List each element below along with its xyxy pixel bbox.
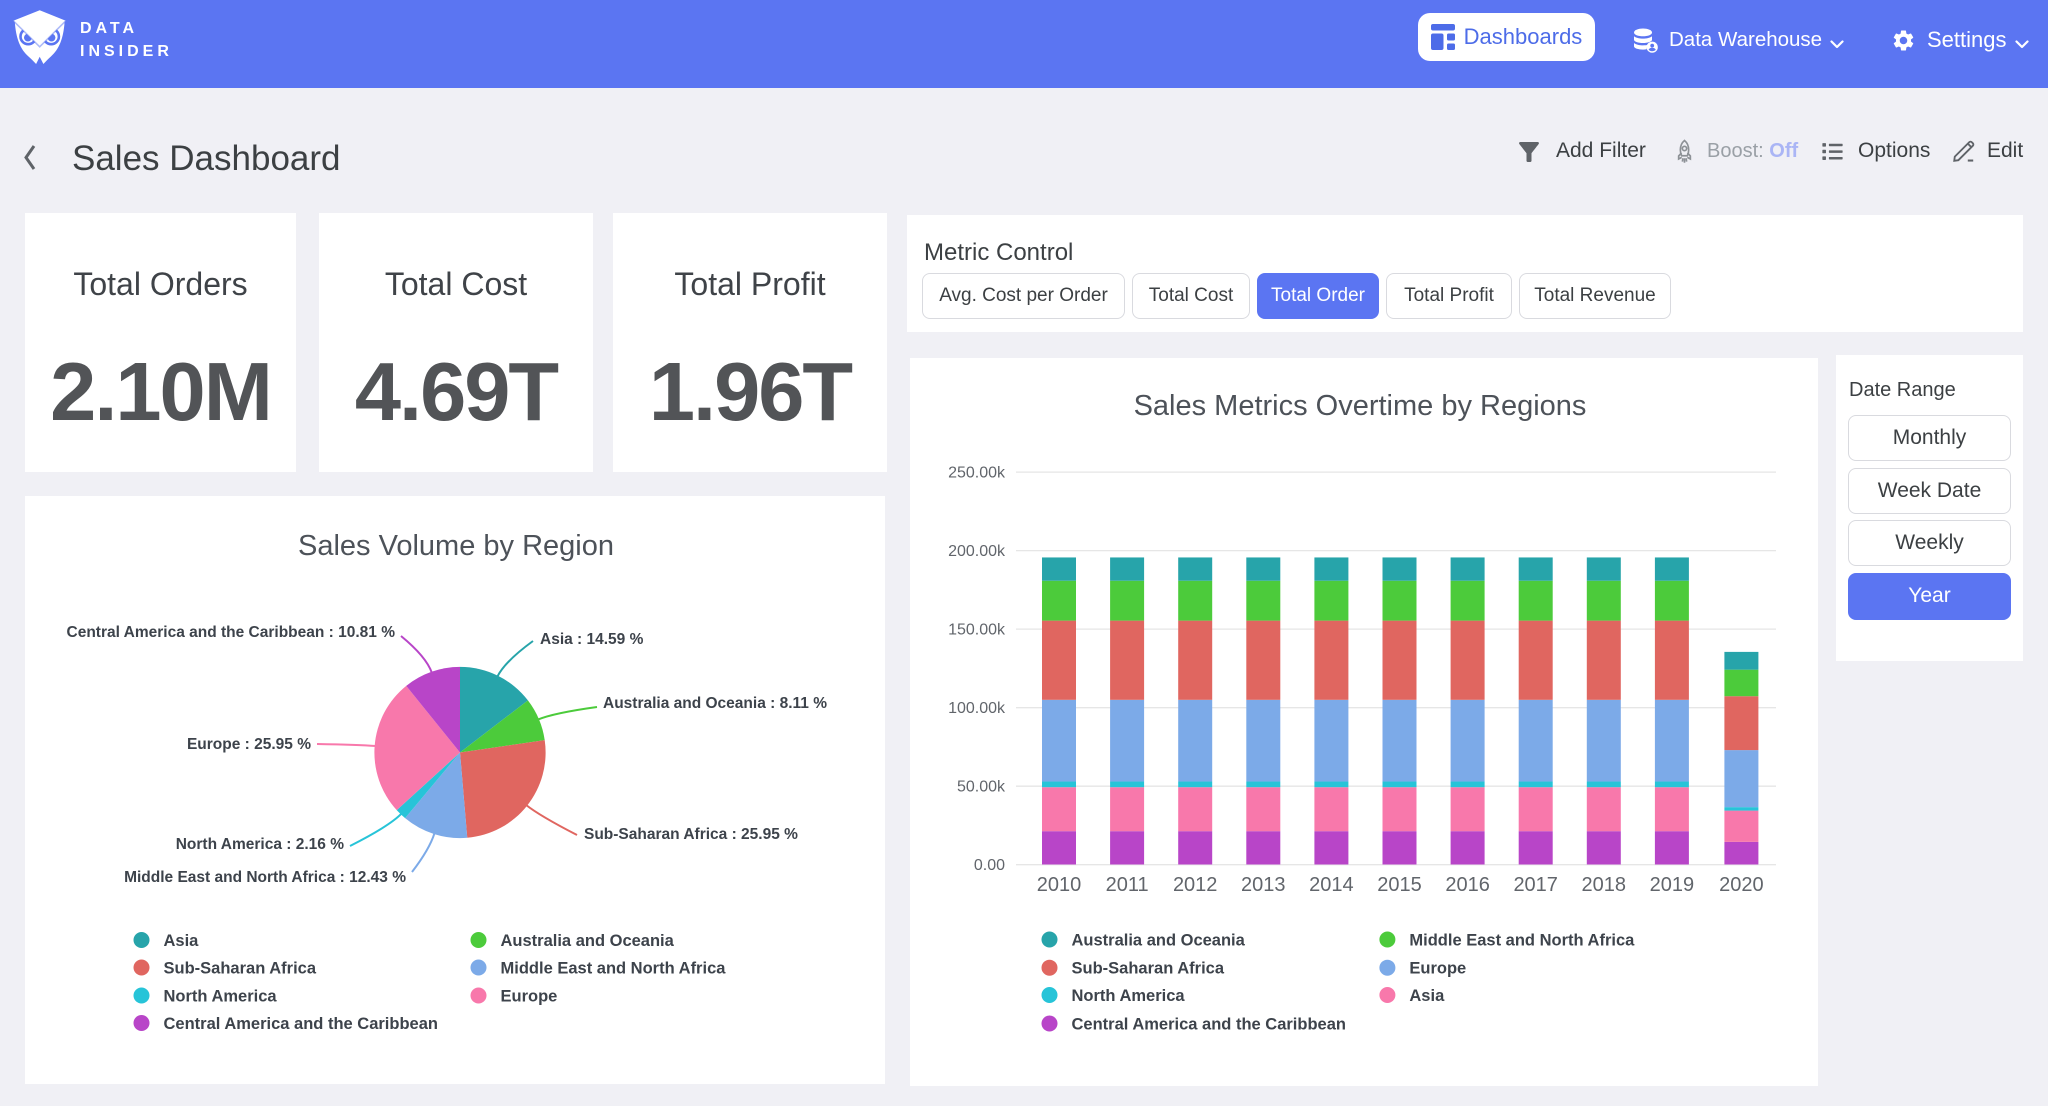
- svg-text:2012: 2012: [1173, 874, 1218, 896]
- svg-text:150.00k: 150.00k: [948, 622, 1006, 639]
- svg-text:2013: 2013: [1241, 874, 1286, 896]
- svg-text:North America: North America: [1072, 987, 1186, 1005]
- svg-text:Middle East and North Africa :: Middle East and North Africa : 12.43 %: [124, 869, 406, 886]
- svg-text:100.00k: 100.00k: [948, 700, 1006, 717]
- svg-text:250.00k: 250.00k: [948, 465, 1006, 482]
- svg-text:2011: 2011: [1106, 874, 1149, 896]
- svg-text:2018: 2018: [1582, 874, 1627, 896]
- svg-text:200.00k: 200.00k: [948, 543, 1006, 560]
- svg-text:2017: 2017: [1513, 874, 1558, 896]
- svg-text:2010: 2010: [1037, 874, 1082, 896]
- svg-text:Australia and Oceania : 8.11 %: Australia and Oceania : 8.11 %: [603, 695, 827, 712]
- svg-text:North America: North America: [164, 988, 278, 1006]
- svg-text:Central America and the Caribb: Central America and the Caribbean: [1072, 1016, 1346, 1034]
- svg-text:Australia and Oceania: Australia and Oceania: [501, 932, 675, 950]
- svg-text:Middle East and North Africa: Middle East and North Africa: [1409, 932, 1635, 950]
- svg-text:Asia: Asia: [164, 932, 200, 950]
- svg-text:Europe : 25.95 %: Europe : 25.95 %: [187, 736, 311, 753]
- svg-text:2016: 2016: [1445, 874, 1490, 896]
- svg-text:Sales Volume by Region: Sales Volume by Region: [298, 530, 614, 562]
- svg-text:Sub-Saharan Africa : 25.95 %: Sub-Saharan Africa : 25.95 %: [584, 826, 798, 843]
- svg-text:Sub-Saharan Africa: Sub-Saharan Africa: [1072, 960, 1225, 978]
- svg-text:2020: 2020: [1719, 874, 1764, 896]
- svg-text:Central America and the Caribb: Central America and the Caribbean : 10.8…: [67, 624, 396, 641]
- svg-text:Middle East and North Africa: Middle East and North Africa: [501, 960, 727, 978]
- svg-text:Sub-Saharan Africa: Sub-Saharan Africa: [164, 960, 317, 978]
- svg-text:0.00: 0.00: [974, 857, 1005, 874]
- svg-text:2019: 2019: [1650, 874, 1695, 896]
- svg-text:2014: 2014: [1309, 874, 1354, 896]
- svg-text:Asia: Asia: [1409, 987, 1445, 1005]
- svg-text:Central America and the Caribb: Central America and the Caribbean: [164, 1015, 438, 1033]
- svg-text:2015: 2015: [1377, 874, 1422, 896]
- svg-text:Sales Metrics Overtime by Regi: Sales Metrics Overtime by Regions: [1134, 390, 1587, 422]
- svg-text:Europe: Europe: [501, 988, 558, 1006]
- svg-text:50.00k: 50.00k: [957, 779, 1006, 796]
- svg-text:Australia and Oceania: Australia and Oceania: [1072, 932, 1246, 950]
- svg-text:North America : 2.16 %: North America : 2.16 %: [176, 836, 344, 853]
- svg-text:Asia : 14.59 %: Asia : 14.59 %: [540, 631, 644, 648]
- svg-text:Europe: Europe: [1409, 960, 1466, 978]
